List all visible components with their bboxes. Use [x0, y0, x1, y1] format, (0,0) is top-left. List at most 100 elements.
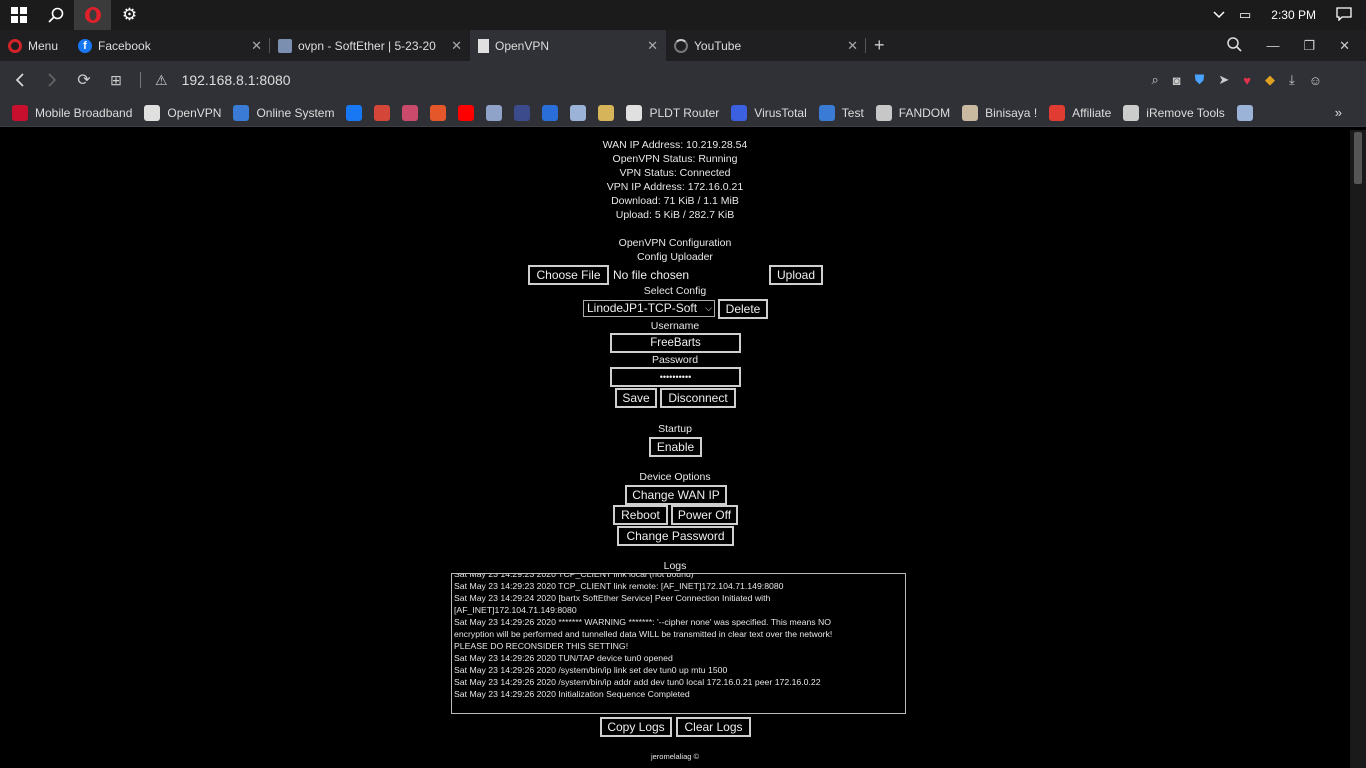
bookmark-item[interactable]	[430, 104, 447, 121]
restore-icon[interactable]: ❐	[1303, 38, 1315, 54]
address-actions: ⌕ ◙ ⛊ ➤ ♥ ◆ ⤓ ☺	[1151, 72, 1322, 88]
bookmark-favicon-icon	[1236, 104, 1253, 121]
bookmark-item[interactable]: OpenVPN	[144, 104, 222, 121]
close-tab-icon[interactable]: ✕	[847, 38, 858, 54]
tab-openvpn[interactable]: OpenVPN ✕	[470, 30, 666, 61]
save-button[interactable]: Save	[615, 388, 657, 408]
bookmark-item[interactable]	[542, 104, 559, 121]
search-icon[interactable]	[37, 0, 74, 30]
bookmark-label: VirusTotal	[754, 105, 807, 120]
tab-search-icon[interactable]	[1227, 36, 1243, 55]
zoom-icon[interactable]: ⌕	[1151, 72, 1158, 88]
power-off-button[interactable]: Power Off	[671, 505, 738, 525]
clear-logs-button[interactable]: Clear Logs	[676, 717, 751, 737]
speed-dial-icon[interactable]: ⊞	[100, 72, 132, 89]
back-icon[interactable]	[4, 73, 36, 87]
wan-ip: WAN IP Address: 10.219.28.54	[602, 139, 748, 151]
bookmark-item[interactable]: Binisaya !	[962, 104, 1038, 121]
page-icon	[478, 38, 489, 53]
log-line: PLEASE DO RECONSIDER THIS SETTING!	[454, 641, 629, 651]
footer-credit: jeromelaliag ©	[650, 752, 700, 761]
adblock-shield-icon[interactable]: ⛊	[1195, 72, 1205, 88]
bookmark-item[interactable]	[486, 104, 503, 121]
opera-taskbar-icon[interactable]	[74, 0, 111, 30]
extension-icon[interactable]: ◆	[1265, 72, 1275, 88]
close-tab-icon[interactable]: ✕	[647, 38, 658, 54]
heart-icon[interactable]: ♥	[1243, 73, 1251, 88]
log-line: [AF_INET]172.104.71.149:8080	[454, 605, 577, 615]
choose-file-button[interactable]: Choose File	[528, 265, 609, 285]
bookmark-item[interactable]	[1236, 104, 1253, 121]
bookmark-label: PLDT Router	[649, 105, 720, 120]
address-bar: ⟳ ⊞ ⚠ 192.168.8.1:8080 ⌕ ◙ ⛊ ➤ ♥ ◆ ⤓ ☺	[0, 61, 1366, 99]
minimize-icon[interactable]: —	[1266, 38, 1279, 53]
log-line: Sat May 23 14:29:23 2020 TCP_CLIENT link…	[454, 581, 784, 591]
forward-icon[interactable]	[36, 73, 68, 87]
windows-start-icon[interactable]	[0, 0, 37, 30]
tab-youtube[interactable]: YouTube ✕	[666, 30, 866, 61]
bookmark-item[interactable]: Online System	[233, 104, 334, 121]
warning-icon[interactable]: ⚠	[155, 72, 168, 89]
bookmark-item[interactable]: PLDT Router	[626, 104, 720, 121]
network-icon[interactable]: ▭	[1239, 7, 1251, 23]
password-field[interactable]: ••••••••••	[610, 367, 741, 387]
bookmark-label: OpenVPN	[167, 105, 222, 120]
download-icon[interactable]: ⤓	[1289, 72, 1295, 88]
close-tab-icon[interactable]: ✕	[251, 38, 262, 54]
bookmark-item[interactable]	[346, 104, 363, 121]
upload-button[interactable]: Upload	[769, 265, 823, 285]
bookmark-item[interactable]	[458, 104, 475, 121]
logs-textarea[interactable]: Sat May 23 14:29:23 2020 TCP_CLIENT link…	[451, 573, 906, 714]
bookmark-favicon-icon	[458, 104, 475, 121]
bookmark-item[interactable]	[514, 104, 531, 121]
config-select[interactable]: LinodeJP1-TCP-Soft ⌵	[583, 300, 715, 317]
tab-softether[interactable]: ovpn - SoftEther | 5-23-20 | ✕	[270, 30, 470, 61]
copy-logs-button[interactable]: Copy Logs	[600, 717, 672, 737]
tab-facebook[interactable]: f Facebook ✕	[70, 30, 270, 61]
close-window-icon[interactable]: ✕	[1339, 38, 1350, 54]
bookmark-item[interactable]: Test	[818, 104, 864, 121]
enable-button[interactable]: Enable	[649, 437, 702, 457]
bookmark-favicon-icon	[486, 104, 503, 121]
scrollbar-thumb[interactable]	[1354, 132, 1362, 184]
log-line: Sat May 23 14:29:23 2020 TCP_CLIENT link…	[454, 573, 694, 579]
change-password-button[interactable]: Change Password	[617, 526, 734, 546]
delete-button[interactable]: Delete	[718, 299, 768, 319]
log-line: Sat May 23 14:29:24 2020 [bartx SoftEthe…	[454, 593, 771, 603]
bookmark-favicon-icon	[144, 104, 161, 121]
profile-icon[interactable]: ☺	[1309, 73, 1322, 88]
reload-icon[interactable]: ⟳	[68, 70, 100, 90]
bookmark-item[interactable]	[374, 104, 391, 121]
bookmark-label: Binisaya !	[985, 105, 1038, 120]
disconnect-button[interactable]: Disconnect	[660, 388, 736, 408]
username-field[interactable]: FreeBarts	[610, 333, 741, 353]
bookmark-favicon-icon	[570, 104, 587, 121]
tray-chevron-up-icon[interactable]	[1213, 8, 1225, 22]
bookmark-item[interactable]: Affiliate	[1049, 104, 1111, 121]
change-wan-ip-button[interactable]: Change WAN IP	[625, 485, 727, 505]
bookmark-item[interactable]	[598, 104, 615, 121]
bookmark-favicon-icon	[626, 104, 643, 121]
page-scrollbar[interactable]	[1350, 130, 1366, 768]
more-bookmarks-icon[interactable]: »	[1335, 105, 1342, 120]
notification-icon[interactable]	[1336, 6, 1352, 24]
new-tab-button[interactable]: +	[866, 30, 896, 61]
bookmark-item[interactable]: FANDOM	[875, 104, 950, 121]
reboot-button[interactable]: Reboot	[613, 505, 668, 525]
select-config-label: Select Config	[643, 285, 707, 297]
bookmark-item[interactable]: VirusTotal	[731, 104, 807, 121]
clock[interactable]: 2:30 PM	[1265, 8, 1322, 22]
bookmark-item[interactable]	[570, 104, 587, 121]
bookmark-item[interactable]	[402, 104, 419, 121]
close-tab-icon[interactable]: ✕	[451, 38, 462, 54]
send-icon[interactable]: ➤	[1218, 72, 1229, 88]
bookmark-item[interactable]: iRemove Tools	[1123, 104, 1225, 121]
bookmark-item[interactable]: Mobile Broadband	[12, 104, 132, 121]
page-content: WAN IP Address: 10.219.28.54 OpenVPN Sta…	[0, 130, 1366, 768]
config-select-value: LinodeJP1-TCP-Soft	[587, 301, 698, 315]
bookmark-favicon-icon	[1123, 104, 1140, 121]
settings-gear-icon[interactable]: ⚙	[111, 0, 148, 30]
snapshot-icon[interactable]: ◙	[1173, 73, 1181, 88]
url-field[interactable]: 192.168.8.1:8080	[182, 72, 291, 88]
menu-button[interactable]: Menu	[0, 30, 70, 61]
